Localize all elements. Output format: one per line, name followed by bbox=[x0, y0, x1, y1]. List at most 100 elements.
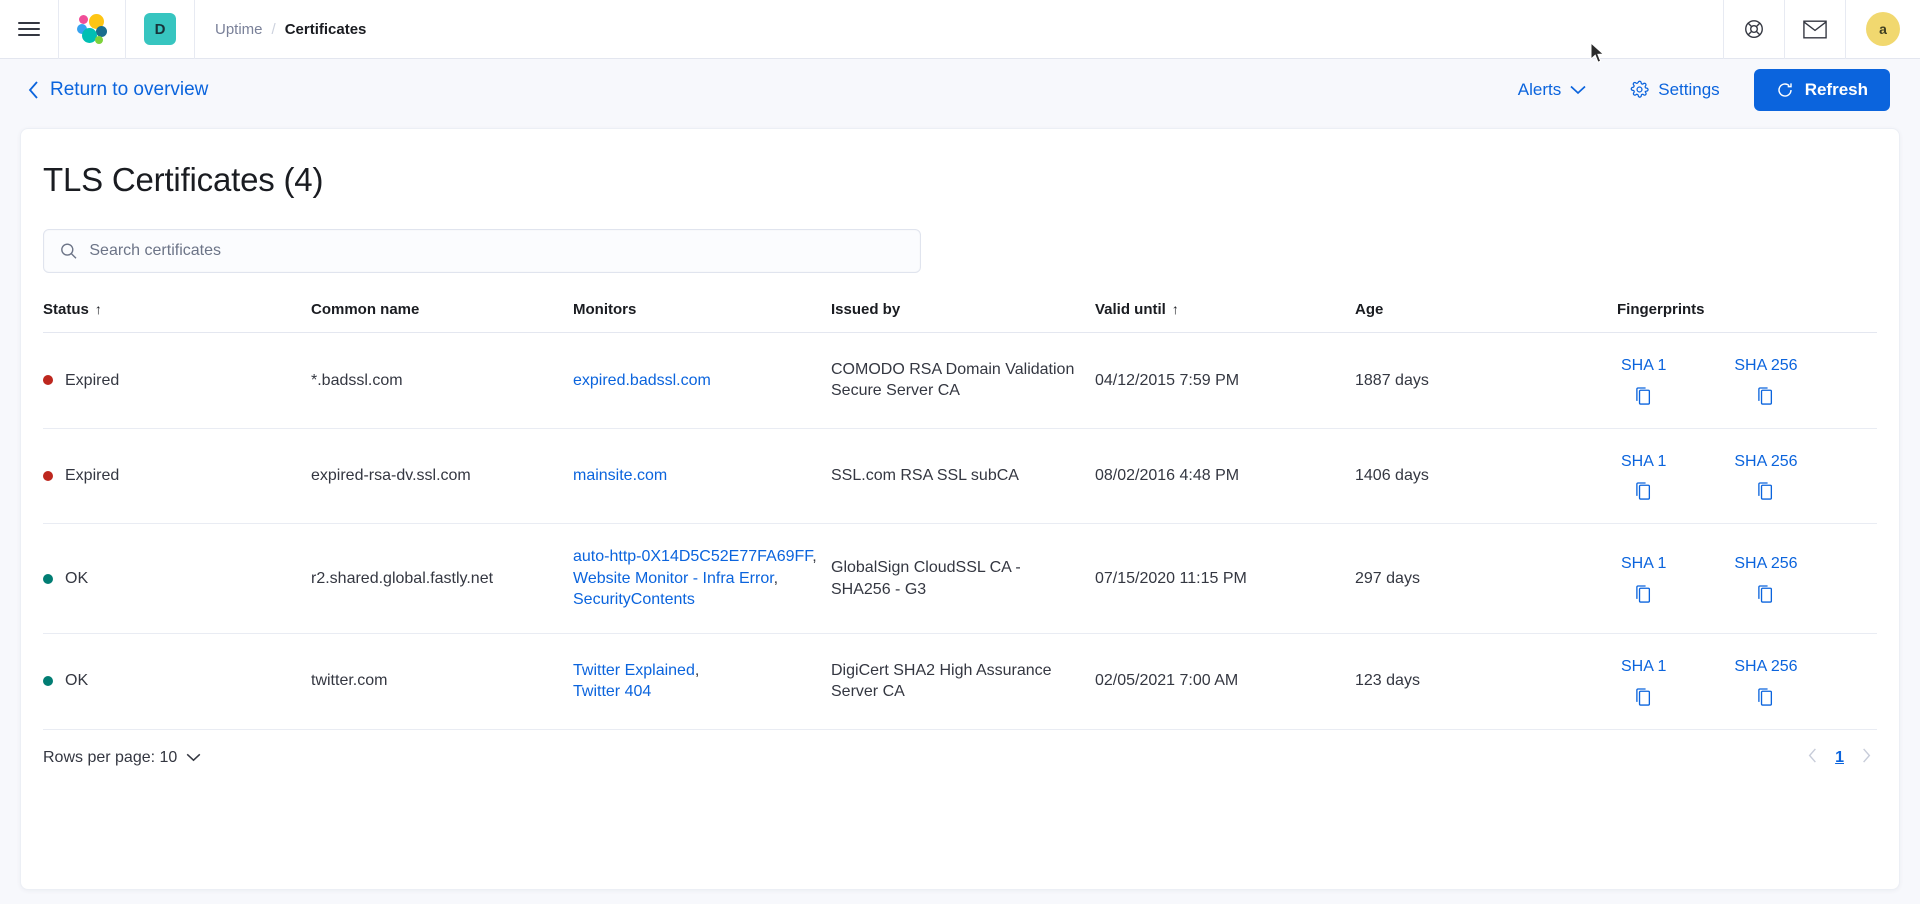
copy-fingerprint-button[interactable] bbox=[1635, 482, 1652, 501]
monitor-link[interactable]: Website Monitor - Infra Error bbox=[573, 570, 774, 587]
copy-icon[interactable] bbox=[1757, 482, 1774, 501]
rows-per-page-label: Rows per page: 10 bbox=[43, 748, 178, 766]
status-dot-icon bbox=[43, 375, 53, 386]
monitor-link[interactable]: mainsite.com bbox=[573, 467, 667, 484]
copy-fingerprint-button[interactable] bbox=[1757, 482, 1774, 501]
copy-fingerprint-button[interactable] bbox=[1757, 687, 1774, 707]
fingerprint-label[interactable]: SHA 1 bbox=[1621, 451, 1666, 473]
avatar[interactable]: a bbox=[1866, 12, 1900, 46]
fingerprint-group: SHA 256 bbox=[1734, 656, 1798, 707]
menu-toggle-button[interactable] bbox=[0, 0, 58, 58]
fingerprint-group: SHA 256 bbox=[1734, 553, 1798, 604]
column-header-age[interactable]: Age bbox=[1355, 301, 1617, 333]
fingerprint-label[interactable]: SHA 256 bbox=[1734, 451, 1797, 473]
return-to-overview-link[interactable]: Return to overview bbox=[28, 79, 208, 101]
fingerprint-label[interactable]: SHA 1 bbox=[1621, 553, 1666, 575]
copy-fingerprint-button[interactable] bbox=[1635, 687, 1652, 707]
table-row: Expired *.badssl.com expired.badssl.com COM… bbox=[43, 332, 1877, 429]
top-navigation-bar: D Uptime / Certificates a bbox=[0, 0, 1920, 63]
column-header-issued-by[interactable]: Issued by bbox=[831, 301, 1095, 333]
copy-fingerprint-button[interactable] bbox=[1757, 585, 1774, 604]
pagination: 1 bbox=[1804, 748, 1875, 768]
certificates-panel: TLS Certificates (4) Status ↑ Common name… bbox=[20, 128, 1900, 890]
chevron-right-icon bbox=[1863, 748, 1871, 763]
cell-monitors: mainsite.com bbox=[573, 428, 831, 525]
monitor-link[interactable]: Twitter Explained bbox=[573, 662, 695, 679]
status-text: OK bbox=[65, 569, 89, 587]
cell-age: 1887 days bbox=[1355, 332, 1617, 429]
space-badge[interactable]: D bbox=[144, 13, 176, 45]
table-head: Status ↑ Common name Monitors Issued by V… bbox=[43, 301, 1877, 333]
table-row: OK twitter.com Twitter Explained, Twitter 4… bbox=[43, 633, 1877, 730]
alerts-label: Alerts bbox=[1517, 79, 1562, 99]
action-bar-controls: Alerts Settings Refresh bbox=[1496, 68, 1890, 111]
notifications-button[interactable] bbox=[1785, 0, 1845, 59]
copy-icon[interactable] bbox=[1757, 687, 1774, 707]
gear-icon bbox=[1630, 80, 1649, 98]
lifebuoy-help-icon[interactable] bbox=[1743, 18, 1765, 40]
copy-fingerprint-button[interactable] bbox=[1635, 585, 1652, 604]
cell-issued-by: SSL.com RSA SSL subCA bbox=[831, 428, 1095, 525]
fingerprint-label[interactable]: SHA 256 bbox=[1734, 553, 1797, 575]
chevron-left-icon bbox=[1808, 748, 1816, 763]
rows-per-page-selector[interactable]: Rows per page: 10 bbox=[43, 749, 201, 767]
cell-status: OK bbox=[43, 523, 311, 634]
breadcrumb-certificates[interactable]: Certificates bbox=[285, 21, 367, 38]
help-button[interactable] bbox=[1724, 0, 1784, 59]
hamburger-menu-icon[interactable] bbox=[18, 22, 40, 36]
elastic-home-button[interactable] bbox=[59, 0, 125, 58]
copy-icon[interactable] bbox=[1757, 386, 1774, 406]
copy-icon[interactable] bbox=[1757, 585, 1774, 604]
cell-monitors: Twitter Explained, Twitter 404 bbox=[573, 633, 831, 730]
fingerprint-label[interactable]: SHA 1 bbox=[1621, 656, 1666, 678]
monitor-link[interactable]: expired.badssl.com bbox=[573, 372, 711, 389]
user-menu-button[interactable]: a bbox=[1846, 12, 1920, 46]
table-header-row: Status ↑ Common name Monitors Issued by V… bbox=[43, 301, 1877, 333]
alerts-dropdown-button[interactable]: Alerts bbox=[1496, 80, 1608, 100]
cell-status: Expired bbox=[43, 428, 311, 525]
cell-age: 123 days bbox=[1355, 633, 1617, 730]
monitor-link[interactable]: Twitter 404 bbox=[573, 683, 651, 700]
copy-icon[interactable] bbox=[1635, 687, 1652, 707]
status-dot-icon bbox=[43, 573, 53, 584]
copy-icon[interactable] bbox=[1635, 585, 1652, 604]
cell-fingerprints: SHA 1 SHA 256 bbox=[1617, 633, 1877, 730]
fingerprint-group: SHA 256 bbox=[1734, 355, 1798, 406]
fingerprint-label[interactable]: SHA 1 bbox=[1621, 355, 1666, 377]
table-row: Expired expired-rsa-dv.ssl.com mainsite.co… bbox=[43, 428, 1877, 525]
fingerprint-label[interactable]: SHA 256 bbox=[1734, 355, 1797, 377]
chevron-down-icon bbox=[186, 753, 201, 762]
copy-icon[interactable] bbox=[1635, 386, 1652, 406]
column-label-fingerprints: Fingerprints bbox=[1617, 301, 1705, 318]
status-text: Expired bbox=[65, 467, 120, 485]
sort-arrow-valid-until: ↑ bbox=[1171, 301, 1179, 317]
column-header-common-name[interactable]: Common name bbox=[311, 301, 573, 333]
fingerprint-group: SHA 1 bbox=[1621, 553, 1666, 604]
mail-icon[interactable] bbox=[1803, 20, 1827, 39]
pagination-page-1[interactable]: 1 bbox=[1835, 749, 1844, 767]
pagination-prev-button[interactable] bbox=[1804, 748, 1821, 768]
copy-icon[interactable] bbox=[1635, 482, 1652, 501]
pagination-next-button[interactable] bbox=[1858, 748, 1875, 768]
column-label-issued-by: Issued by bbox=[831, 301, 901, 318]
elastic-logo-icon[interactable] bbox=[77, 14, 107, 44]
fingerprint-label[interactable]: SHA 256 bbox=[1734, 656, 1797, 678]
settings-button[interactable]: Settings bbox=[1608, 80, 1741, 100]
monitor-link[interactable]: SecurityContents bbox=[573, 591, 695, 608]
column-header-monitors[interactable]: Monitors bbox=[573, 301, 831, 333]
column-header-valid-until[interactable]: Valid until ↑ bbox=[1095, 301, 1355, 333]
search-certificates-box[interactable] bbox=[43, 229, 921, 273]
refresh-button[interactable]: Refresh bbox=[1753, 68, 1890, 111]
copy-fingerprint-button[interactable] bbox=[1757, 386, 1774, 406]
search-input[interactable] bbox=[89, 242, 904, 260]
breadcrumb-uptime[interactable]: Uptime bbox=[215, 21, 263, 38]
table-footer: Rows per page: 10 1 bbox=[21, 730, 1899, 768]
space-selector-button[interactable]: D bbox=[126, 0, 194, 58]
search-icon bbox=[61, 243, 77, 259]
copy-fingerprint-button[interactable] bbox=[1635, 386, 1652, 406]
cell-common-name: twitter.com bbox=[311, 633, 573, 730]
column-header-fingerprints[interactable]: Fingerprints bbox=[1617, 301, 1877, 333]
status-text: Expired bbox=[65, 371, 120, 389]
monitor-link[interactable]: auto-http-0X14D5C52E77FA69FF bbox=[573, 548, 812, 565]
column-header-status[interactable]: Status ↑ bbox=[43, 301, 311, 333]
